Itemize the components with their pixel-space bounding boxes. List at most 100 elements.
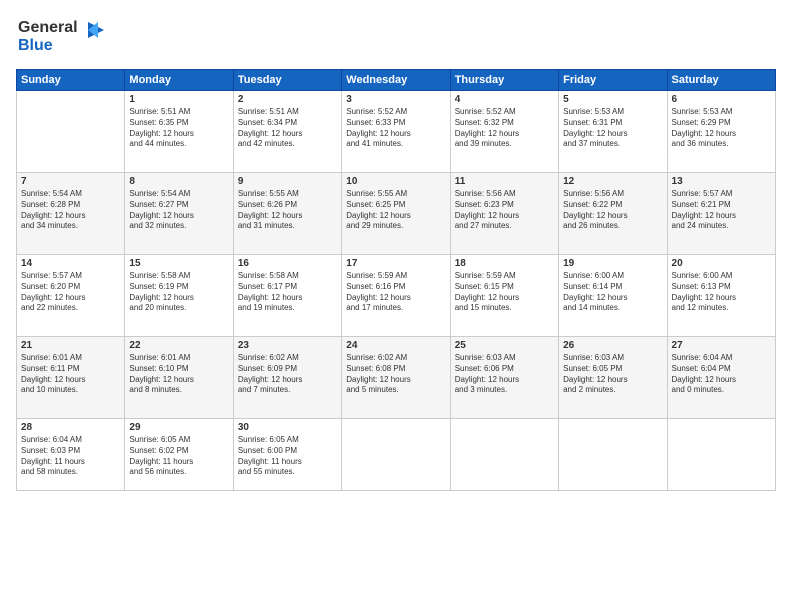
- day-info: Sunrise: 5:51 AM Sunset: 6:35 PM Dayligh…: [129, 107, 228, 150]
- day-info: Sunrise: 5:56 AM Sunset: 6:23 PM Dayligh…: [455, 189, 554, 232]
- day-number: 9: [238, 176, 337, 187]
- day-info: Sunrise: 6:01 AM Sunset: 6:11 PM Dayligh…: [21, 353, 120, 396]
- day-number: 16: [238, 258, 337, 269]
- calendar-header: SundayMondayTuesdayWednesdayThursdayFrid…: [17, 70, 776, 91]
- calendar-body: 1 Sunrise: 5:51 AM Sunset: 6:35 PM Daylig…: [17, 91, 776, 491]
- day-number: 15: [129, 258, 228, 269]
- calendar-cell: [559, 419, 667, 491]
- day-info: Sunrise: 5:56 AM Sunset: 6:22 PM Dayligh…: [563, 189, 662, 232]
- week-row-3: 14 Sunrise: 5:57 AM Sunset: 6:20 PM Dayli…: [17, 255, 776, 337]
- day-number: 26: [563, 340, 662, 351]
- calendar-cell: 12 Sunrise: 5:56 AM Sunset: 6:22 PM Dayli…: [559, 173, 667, 255]
- calendar-cell: [17, 91, 125, 173]
- calendar-cell: 28 Sunrise: 6:04 AM Sunset: 6:03 PM Dayli…: [17, 419, 125, 491]
- day-info: Sunrise: 5:59 AM Sunset: 6:15 PM Dayligh…: [455, 271, 554, 314]
- day-number: 22: [129, 340, 228, 351]
- day-info: Sunrise: 5:58 AM Sunset: 6:17 PM Dayligh…: [238, 271, 337, 314]
- day-info: Sunrise: 5:57 AM Sunset: 6:20 PM Dayligh…: [21, 271, 120, 314]
- day-info: Sunrise: 6:00 AM Sunset: 6:14 PM Dayligh…: [563, 271, 662, 314]
- day-info: Sunrise: 6:05 AM Sunset: 6:02 PM Dayligh…: [129, 435, 228, 478]
- header-cell-sunday: Sunday: [17, 70, 125, 91]
- calendar-cell: 1 Sunrise: 5:51 AM Sunset: 6:35 PM Daylig…: [125, 91, 233, 173]
- week-row-2: 7 Sunrise: 5:54 AM Sunset: 6:28 PM Daylig…: [17, 173, 776, 255]
- calendar-table: SundayMondayTuesdayWednesdayThursdayFrid…: [16, 69, 776, 491]
- day-info: Sunrise: 5:59 AM Sunset: 6:16 PM Dayligh…: [346, 271, 445, 314]
- calendar-cell: 16 Sunrise: 5:58 AM Sunset: 6:17 PM Dayli…: [233, 255, 341, 337]
- day-number: 23: [238, 340, 337, 351]
- calendar-cell: [450, 419, 558, 491]
- calendar-cell: 14 Sunrise: 5:57 AM Sunset: 6:20 PM Dayli…: [17, 255, 125, 337]
- day-number: 29: [129, 422, 228, 433]
- calendar-cell: 30Sunrise: 6:05 AM Sunset: 6:00 PM Dayli…: [233, 419, 341, 491]
- week-row-5: 28 Sunrise: 6:04 AM Sunset: 6:03 PM Dayli…: [17, 419, 776, 491]
- header-cell-thursday: Thursday: [450, 70, 558, 91]
- day-info: Sunrise: 5:57 AM Sunset: 6:21 PM Dayligh…: [672, 189, 771, 232]
- header-cell-friday: Friday: [559, 70, 667, 91]
- day-info: Sunrise: 6:02 AM Sunset: 6:08 PM Dayligh…: [346, 353, 445, 396]
- day-number: 14: [21, 258, 120, 269]
- day-number: 10: [346, 176, 445, 187]
- calendar-cell: 26 Sunrise: 6:03 AM Sunset: 6:05 PM Dayli…: [559, 337, 667, 419]
- day-info: Sunrise: 6:01 AM Sunset: 6:10 PM Dayligh…: [129, 353, 228, 396]
- day-info: Sunrise: 5:53 AM Sunset: 6:31 PM Dayligh…: [563, 107, 662, 150]
- calendar-cell: 9 Sunrise: 5:55 AM Sunset: 6:26 PM Daylig…: [233, 173, 341, 255]
- day-number: 8: [129, 176, 228, 187]
- day-info: Sunrise: 6:03 AM Sunset: 6:05 PM Dayligh…: [563, 353, 662, 396]
- header-cell-wednesday: Wednesday: [342, 70, 450, 91]
- day-number: 21: [21, 340, 120, 351]
- calendar-cell: 24 Sunrise: 6:02 AM Sunset: 6:08 PM Dayli…: [342, 337, 450, 419]
- svg-text:General: General: [18, 19, 78, 36]
- day-number: 6: [672, 94, 771, 105]
- calendar-cell: 2Sunrise: 5:51 AM Sunset: 6:34 PM Daylig…: [233, 91, 341, 173]
- header-cell-tuesday: Tuesday: [233, 70, 341, 91]
- day-number: 7: [21, 176, 120, 187]
- header-cell-saturday: Saturday: [667, 70, 775, 91]
- day-info: Sunrise: 5:54 AM Sunset: 6:28 PM Dayligh…: [21, 189, 120, 232]
- day-info: Sunrise: 6:03 AM Sunset: 6:06 PM Dayligh…: [455, 353, 554, 396]
- day-number: 28: [21, 422, 120, 433]
- day-number: 5: [563, 94, 662, 105]
- day-number: 11: [455, 176, 554, 187]
- calendar-cell: 29 Sunrise: 6:05 AM Sunset: 6:02 PM Dayli…: [125, 419, 233, 491]
- calendar-cell: 15 Sunrise: 5:58 AM Sunset: 6:19 PM Dayli…: [125, 255, 233, 337]
- day-info: Sunrise: 5:53 AM Sunset: 6:29 PM Dayligh…: [672, 107, 771, 150]
- calendar-cell: [342, 419, 450, 491]
- day-info: Sunrise: 5:52 AM Sunset: 6:32 PM Dayligh…: [455, 107, 554, 150]
- calendar-cell: 11 Sunrise: 5:56 AM Sunset: 6:23 PM Dayli…: [450, 173, 558, 255]
- day-number: 24: [346, 340, 445, 351]
- day-number: 25: [455, 340, 554, 351]
- day-number: 2: [238, 94, 337, 105]
- calendar-cell: 21 Sunrise: 6:01 AM Sunset: 6:11 PM Dayli…: [17, 337, 125, 419]
- day-number: 20: [672, 258, 771, 269]
- calendar-cell: 7 Sunrise: 5:54 AM Sunset: 6:28 PM Daylig…: [17, 173, 125, 255]
- calendar-cell: 17Sunrise: 5:59 AM Sunset: 6:16 PM Dayli…: [342, 255, 450, 337]
- day-number: 18: [455, 258, 554, 269]
- day-number: 27: [672, 340, 771, 351]
- logo: General Blue: [16, 12, 106, 61]
- calendar-cell: 8Sunrise: 5:54 AM Sunset: 6:27 PM Daylig…: [125, 173, 233, 255]
- day-number: 3: [346, 94, 445, 105]
- day-info: Sunrise: 5:58 AM Sunset: 6:19 PM Dayligh…: [129, 271, 228, 314]
- day-number: 1: [129, 94, 228, 105]
- calendar-cell: 23 Sunrise: 6:02 AM Sunset: 6:09 PM Dayli…: [233, 337, 341, 419]
- svg-text:Blue: Blue: [18, 37, 53, 54]
- day-info: Sunrise: 6:04 AM Sunset: 6:04 PM Dayligh…: [672, 353, 771, 396]
- day-info: Sunrise: 5:55 AM Sunset: 6:25 PM Dayligh…: [346, 189, 445, 232]
- week-row-4: 21 Sunrise: 6:01 AM Sunset: 6:11 PM Dayli…: [17, 337, 776, 419]
- calendar-page: General Blue SundayMondayTuesdayWednesda…: [0, 0, 792, 612]
- calendar-cell: 5 Sunrise: 5:53 AM Sunset: 6:31 PM Daylig…: [559, 91, 667, 173]
- calendar-cell: 10 Sunrise: 5:55 AM Sunset: 6:25 PM Dayli…: [342, 173, 450, 255]
- calendar-cell: [667, 419, 775, 491]
- day-info: Sunrise: 5:55 AM Sunset: 6:26 PM Dayligh…: [238, 189, 337, 232]
- day-info: Sunrise: 5:52 AM Sunset: 6:33 PM Dayligh…: [346, 107, 445, 150]
- day-number: 30: [238, 422, 337, 433]
- day-number: 13: [672, 176, 771, 187]
- calendar-cell: 19Sunrise: 6:00 AM Sunset: 6:14 PM Dayli…: [559, 255, 667, 337]
- day-info: Sunrise: 6:02 AM Sunset: 6:09 PM Dayligh…: [238, 353, 337, 396]
- calendar-cell: 4Sunrise: 5:52 AM Sunset: 6:32 PM Daylig…: [450, 91, 558, 173]
- day-info: Sunrise: 6:04 AM Sunset: 6:03 PM Dayligh…: [21, 435, 120, 478]
- calendar-cell: 3 Sunrise: 5:52 AM Sunset: 6:33 PM Daylig…: [342, 91, 450, 173]
- logo-content: General Blue: [16, 12, 106, 61]
- day-number: 12: [563, 176, 662, 187]
- calendar-cell: 20Sunrise: 6:00 AM Sunset: 6:13 PM Dayli…: [667, 255, 775, 337]
